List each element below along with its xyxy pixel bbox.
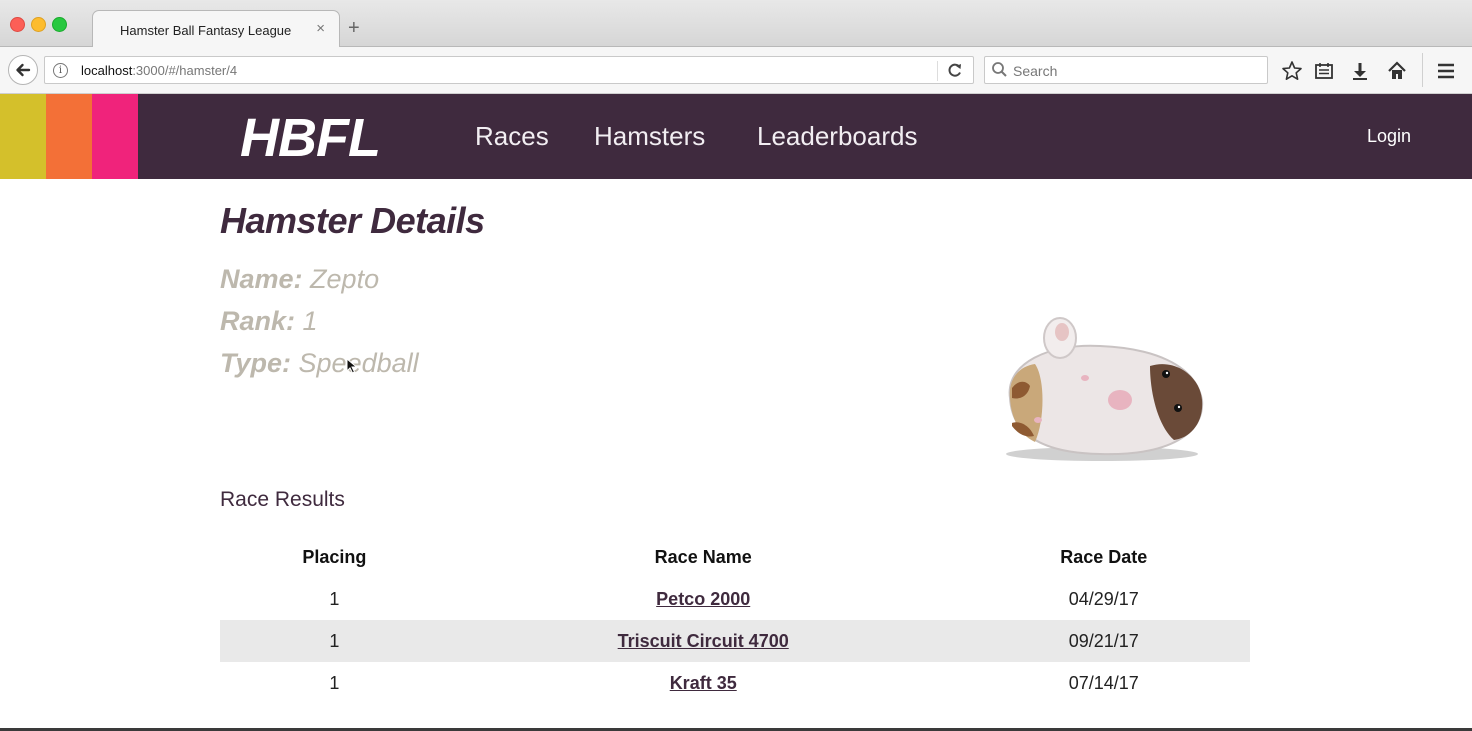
tab-title: Hamster Ball Fantasy League [120, 23, 292, 38]
type-label: Type: [220, 348, 292, 378]
race-link[interactable]: Petco 2000 [656, 589, 750, 609]
back-arrow-icon [16, 63, 31, 77]
site-logo[interactable]: HBFL [240, 107, 381, 169]
header-race-name: Race Name [654, 546, 752, 567]
name-label: Name: [220, 264, 303, 294]
placing-cell: 1 [329, 672, 340, 693]
info-icon[interactable]: i [53, 63, 68, 78]
rank-row: Rank: 1 [220, 306, 318, 337]
table-header-row: Placing Race Name Race Date [220, 536, 1250, 578]
minimize-window-button[interactable] [31, 17, 46, 32]
race-results-heading: Race Results [220, 488, 345, 511]
type-value: Speedball [298, 348, 419, 378]
race-date-cell: 07/14/17 [1068, 672, 1139, 693]
race-link[interactable]: Triscuit Circuit 4700 [618, 631, 789, 651]
tab-close-icon[interactable]: × [316, 20, 325, 37]
header-placing: Placing [302, 546, 367, 567]
new-tab-button[interactable]: + [348, 18, 360, 38]
site-header: HBFL Races Hamsters Leaderboards Login [0, 94, 1472, 179]
browser-titlebar: Hamster Ball Fantasy League × + [0, 0, 1472, 47]
zoom-window-button[interactable] [52, 17, 67, 32]
search-icon [992, 62, 1007, 77]
mouse-cursor-icon [346, 358, 358, 374]
placing-cell: 1 [220, 620, 449, 662]
reading-list-icon[interactable] [1313, 60, 1335, 82]
type-row: Type: Speedball [220, 348, 419, 379]
race-results-table: Placing Race Name Race Date 1 Petco 2000… [220, 536, 1250, 704]
race-name-cell: Petco 2000 [449, 578, 958, 620]
rank-label: Rank: [220, 306, 296, 336]
toolbar-divider [1422, 53, 1423, 87]
address-bar[interactable]: i localhost:3000/#/hamster/4 [44, 56, 974, 84]
brand-stripe-pink [92, 94, 138, 179]
search-input[interactable]: Search [1013, 63, 1057, 79]
login-link[interactable]: Login [1367, 126, 1411, 147]
race-date-cell: 09/21/17 [957, 620, 1250, 662]
brand-stripe-yellow [0, 94, 46, 179]
nav-leaderboards[interactable]: Leaderboards [757, 121, 917, 152]
table-row: 1 Petco 2000 04/29/17 [220, 578, 1250, 620]
reload-icon[interactable] [947, 60, 963, 85]
placing-cell: 1 [329, 588, 340, 609]
menu-icon[interactable] [1435, 60, 1457, 82]
browser-tab[interactable]: Hamster Ball Fantasy League × [92, 10, 340, 47]
brand-stripe-orange [46, 94, 92, 179]
nav-hamsters[interactable]: Hamsters [594, 121, 705, 152]
download-icon[interactable] [1349, 60, 1371, 82]
url-text[interactable]: localhost:3000/#/hamster/4 [81, 63, 237, 78]
close-window-button[interactable] [10, 17, 25, 32]
home-icon[interactable] [1386, 60, 1408, 82]
url-divider [937, 61, 938, 81]
table-row: 1 Kraft 35 07/14/17 [220, 662, 1250, 704]
name-value: Zepto [310, 264, 380, 294]
race-date-cell: 04/29/17 [1068, 588, 1139, 609]
race-link[interactable]: Kraft 35 [670, 673, 737, 693]
page-title: Hamster Details [220, 200, 485, 241]
search-bar[interactable]: Search [984, 56, 1268, 84]
back-button[interactable] [8, 55, 38, 85]
bookmark-star-icon[interactable] [1281, 60, 1303, 82]
rank-value: 1 [302, 306, 318, 336]
nav-races[interactable]: Races [475, 121, 549, 152]
browser-toolbar: i localhost:3000/#/hamster/4 Search [0, 47, 1472, 94]
race-name-cell: Triscuit Circuit 4700 [448, 620, 958, 662]
table-row: 1 Triscuit Circuit 4700 09/21/17 [220, 620, 1250, 662]
name-row: Name: Zepto [220, 264, 379, 295]
race-name-cell: Kraft 35 [449, 662, 958, 704]
hamster-image [1006, 317, 1204, 461]
header-race-date: Race Date [1060, 546, 1148, 567]
